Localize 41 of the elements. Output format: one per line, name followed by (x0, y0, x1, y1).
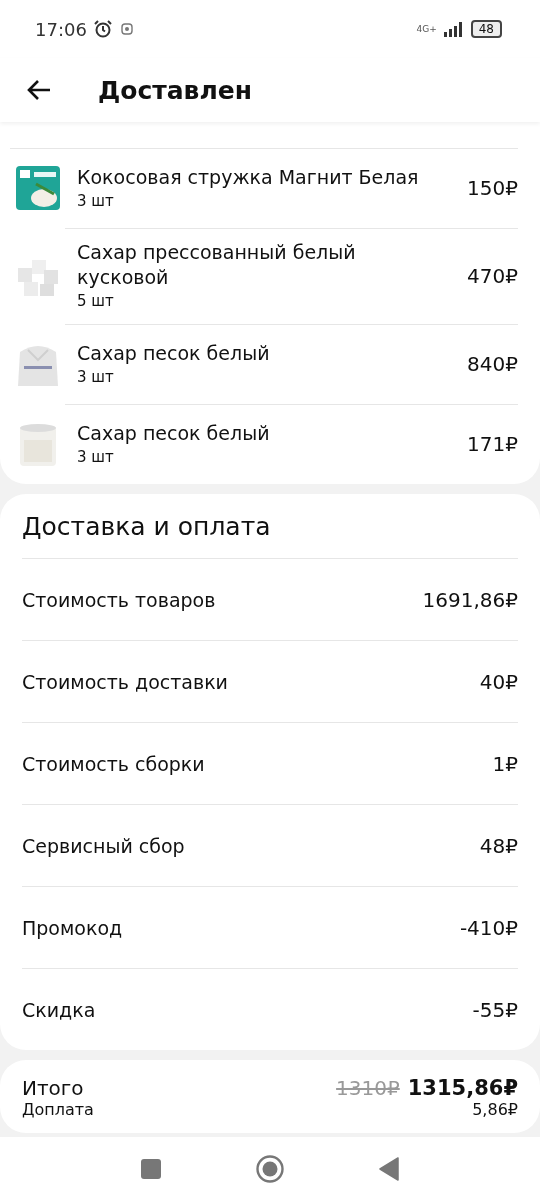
cost-label: Скидка (22, 998, 96, 1021)
total-label: Итого (22, 1076, 84, 1100)
back-icon[interactable] (26, 79, 52, 101)
network-label: 4G+ (416, 24, 437, 34)
product-name: Кокосовая стружка Магнит Белая (77, 164, 420, 190)
cost-label: Стоимость доставки (22, 670, 228, 693)
alarm-icon (92, 19, 113, 39)
surcharge-value: 5,86₽ (472, 1100, 518, 1119)
cost-label: Сервисный сбор (22, 834, 185, 857)
page-title: Доставлен (98, 75, 252, 105)
product-price: 470₽ (467, 264, 518, 288)
home-icon[interactable] (256, 1154, 284, 1183)
product-name: Сахар прессованный белый кусковой (77, 240, 357, 290)
product-name: Сахар песок белый (77, 340, 271, 366)
product-price: 840₽ (467, 352, 518, 376)
cost-value: -55₽ (472, 997, 518, 1022)
status-time: 17:06 (35, 18, 87, 40)
old-total: 1310₽ (336, 1076, 400, 1100)
cost-label: Стоимость сборки (22, 752, 205, 775)
back-nav-icon[interactable] (379, 1156, 399, 1181)
cost-value: 1₽ (492, 751, 518, 776)
product-quantity: 3 шт (77, 366, 115, 388)
product-quantity: 5 шт (77, 291, 115, 312)
cost-value: 48₽ (479, 833, 518, 858)
section-title: Доставка и оплата (22, 512, 272, 543)
notification-icon (118, 21, 135, 37)
cost-label: Стоимость товаров (22, 588, 216, 611)
cost-value: 1691,86₽ (422, 587, 518, 612)
signal-icon (442, 21, 465, 37)
battery-indicator: 48 (470, 20, 502, 38)
product-quantity: 3 шт (77, 190, 115, 212)
product-price: 150₽ (467, 176, 518, 200)
product-price: 171₽ (467, 432, 518, 456)
recents-icon[interactable] (141, 1158, 161, 1179)
surcharge-label: Доплата (22, 1100, 94, 1119)
cost-value: -410₽ (459, 915, 518, 940)
cost-label: Промокод (22, 916, 123, 939)
total-value: 1315,86₽ (407, 1076, 518, 1100)
cost-value: 40₽ (479, 669, 518, 694)
product-quantity: 3 шт (77, 446, 115, 468)
product-name: Сахар песок белый (77, 420, 271, 446)
